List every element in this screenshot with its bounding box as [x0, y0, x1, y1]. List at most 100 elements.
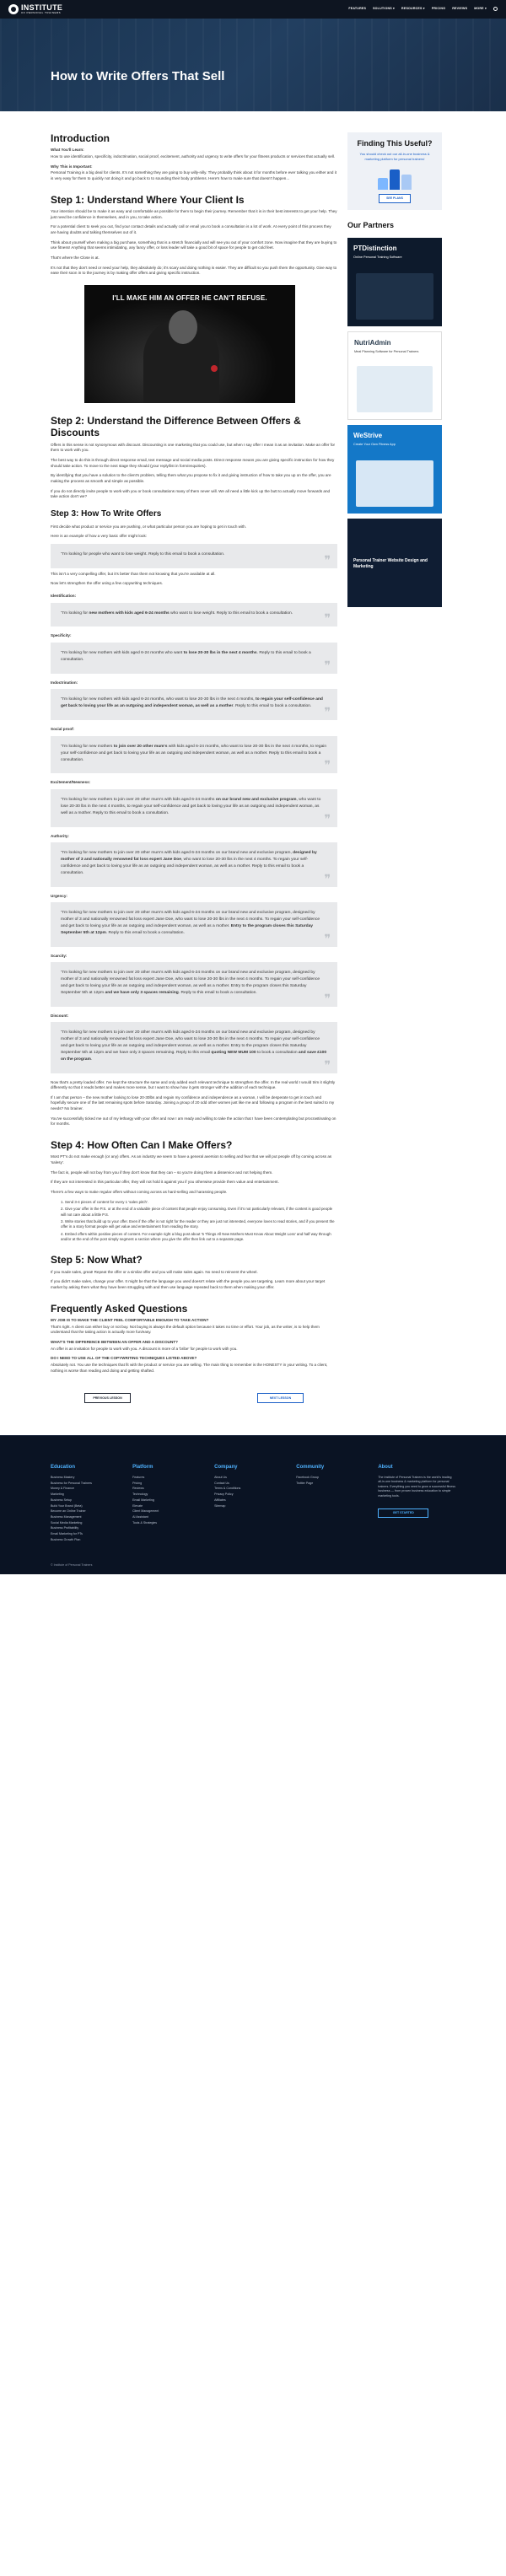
nav-more[interactable]: MORE ▾ [474, 7, 487, 11]
godfather-meme-image: I'LL MAKE HIM AN OFFER HE CAN'T REFUSE. [84, 284, 295, 403]
heading-introduction: Introduction [51, 132, 110, 144]
nav-resources[interactable]: RESOURCES ▾ [401, 7, 425, 11]
footer-link[interactable]: Tools & Strategies [132, 1521, 201, 1525]
footer-link[interactable]: Business Growth Plan [51, 1538, 119, 1542]
step4-paragraph: There's a few ways to make regular offer… [51, 1190, 228, 1195]
step3-paragraph: First decide what product or service you… [51, 524, 247, 529]
faq-answer: That's right. A client can either buy or… [51, 1324, 320, 1335]
get-started-button[interactable]: GET STARTED [378, 1508, 429, 1519]
footer-link[interactable]: About Us [214, 1476, 283, 1480]
nav-reviews[interactable]: REVIEWS [452, 7, 467, 11]
footer-link[interactable]: Business Profitability [51, 1526, 119, 1530]
sidebar: Finding This Useful? You should check ou… [347, 132, 442, 1420]
step2-paragraph: If you do not directly invite people to … [51, 488, 331, 499]
next-lesson-button[interactable]: NEXT LESSON [257, 1393, 304, 1404]
label-authority: Authority: [51, 833, 69, 838]
why-paragraph: Personal Training is a big deal for clie… [51, 170, 337, 181]
footer-col-about: About The Institute of Personal Trainers… [378, 1464, 455, 1543]
offer-quote-scarcity: "I'm looking for new mothers to join ove… [51, 962, 337, 1007]
footer-link[interactable]: Contact Us [214, 1482, 283, 1486]
offer-quote-excitement: "I'm looking for new mothers to join ove… [51, 789, 337, 827]
offer-quote-social-proof: "I'm looking for new mothers to join ove… [51, 735, 337, 774]
footer-link[interactable]: Features [132, 1476, 201, 1480]
previous-lesson-button[interactable]: PREVIOUS LESSON [84, 1393, 131, 1404]
step3-paragraph: Now let's strengthen the offer using a f… [51, 581, 164, 586]
footer-link[interactable]: Twitter Page [296, 1482, 364, 1486]
logo-sub-text: OF PERSONAL TRAINERS [21, 11, 62, 14]
offer-quote-indoctrination: "I'm looking for new mothers with kids a… [51, 689, 337, 721]
footer-link[interactable]: Elevate [132, 1504, 201, 1508]
footer-link[interactable]: Business Management [51, 1515, 119, 1519]
see-plans-button[interactable]: SEE PLANS [379, 193, 411, 203]
footer-link[interactable]: Build Your Brand (Beta) [51, 1504, 119, 1508]
footer-link[interactable]: AI Assistant [132, 1515, 201, 1519]
list-item: 1. Send 3-4 pieces of content for every … [61, 1199, 148, 1204]
offer-quote-authority: "I'm looking for new mothers to join ove… [51, 842, 337, 887]
step2-paragraph: By identifying that you have a solution … [51, 473, 331, 484]
label-urgency: Urgency: [51, 893, 67, 898]
nav-solutions[interactable]: SOLUTIONS ▾ [373, 7, 395, 11]
step2-paragraph: The best way to do this is through direc… [51, 458, 335, 468]
footer-link[interactable]: Marketing [51, 1492, 119, 1497]
tips-list: 1. Send 3-4 pieces of content for every … [61, 1200, 337, 1243]
footer-link[interactable]: Email Marketing for PTs [51, 1532, 119, 1536]
footer-link[interactable]: Business for Personal Trainers [51, 1482, 119, 1486]
quote-mark-icon: ❞ [324, 659, 331, 673]
offer-quote-specificity: "I'm looking for new mothers with kids a… [51, 643, 337, 674]
copyright: © Institute of Personal Trainers [51, 1563, 93, 1568]
footer-link[interactable]: Social Media Marketing [51, 1521, 119, 1525]
label-excitement: Excitement/Newness: [51, 780, 91, 785]
step5-paragraph: If you made sales, great! Repeat the off… [51, 1269, 258, 1274]
offer-quote-identification: "I'm looking for new mothers with kids a… [51, 602, 337, 627]
quote-mark-icon: ❞ [324, 932, 331, 946]
site-logo[interactable]: INSTITUTE OF PERSONAL TRAINERS [8, 4, 62, 14]
label-specificity: Specificity: [51, 633, 72, 638]
footer-link[interactable]: Pricing [132, 1482, 201, 1486]
step3-paragraph: Here is an example of how a very basic o… [51, 534, 148, 539]
offer-quote-basic: "I'm looking for people who want to lose… [51, 543, 337, 568]
footer-link[interactable]: Technology [132, 1492, 201, 1497]
step4-paragraph: If they are not interested in this parti… [51, 1180, 279, 1185]
footer-link[interactable]: Money & Finance [51, 1487, 119, 1491]
useful-text: You should check out our all-in-one busi… [359, 152, 430, 162]
partner-ad-nutriadmin[interactable]: NutriAdmin Meal Planning Software for Pe… [347, 331, 442, 421]
offer-quote-urgency: "I'm looking for new mothers to join ove… [51, 902, 337, 947]
footer-link[interactable]: Reviews [132, 1487, 201, 1491]
footer-link[interactable]: Client Management [132, 1509, 201, 1514]
footer-link[interactable]: Facebook Group [296, 1476, 364, 1480]
footer-col-community: Community Facebook Group Twitter Page [296, 1464, 364, 1543]
heading-step-4: Step 4: How Often Can I Make Offers? [51, 1139, 233, 1152]
footer-about-text: The Institute of Personal Trainers is th… [378, 1476, 455, 1498]
step2-paragraph: Offers in this sense is not synonymous w… [51, 442, 336, 453]
faq-answer: An offer is an invitation for people to … [51, 1346, 238, 1351]
footer-link[interactable]: Privacy Policy [214, 1492, 283, 1497]
quote-mark-icon: ❞ [324, 872, 331, 886]
top-navbar: INSTITUTE OF PERSONAL TRAINERS FEATURES … [0, 0, 506, 19]
offer-quote-discount: "I'm looking for new mothers to join ove… [51, 1022, 337, 1073]
footer-link[interactable]: Sitemap [214, 1504, 283, 1508]
partner-ad-westrive[interactable]: WeStrive Create Your Own Fitness App [347, 425, 442, 514]
step1-paragraph: That's where the Close is at. [51, 255, 100, 260]
faq-question: DO I NEED TO USE ALL OF THE COPYWRITING … [51, 1356, 197, 1361]
step1-paragraph: For a potential client to seek you out, … [51, 224, 331, 235]
faq-question: WHAT'S THE DIFFERENCE BETWEEN AN OFFER A… [51, 1340, 178, 1345]
nav-features[interactable]: FEATURES [348, 7, 366, 11]
heading-step-3: Step 3: How To Write Offers [51, 509, 162, 519]
nav-pricing[interactable]: PRICING [432, 7, 445, 11]
search-icon[interactable] [493, 7, 498, 12]
footer-link[interactable]: Become an Online Trainer [51, 1509, 119, 1514]
footer-link[interactable]: Business Mastery [51, 1476, 119, 1480]
step1-paragraph: It's not that they don't need or need yo… [51, 265, 337, 276]
footer-link[interactable]: Affiliates [214, 1498, 283, 1503]
step3-paragraph: This isn't a very compelling offer, but … [51, 571, 216, 576]
footer-link[interactable]: Business Setup [51, 1498, 119, 1503]
footer-link[interactable]: Terms & Conditions [214, 1487, 283, 1491]
logo-icon [8, 4, 19, 14]
hero-banner: How to Write Offers That Sell [0, 19, 506, 111]
quote-mark-icon: ❞ [324, 1058, 331, 1073]
page-title: How to Write Offers That Sell [51, 69, 225, 83]
partner-ad-website-design[interactable]: Personal Trainer Website Design and Mark… [347, 519, 442, 608]
partner-ad-ptdistinction[interactable]: PTDistinction Online Personal Training S… [347, 238, 442, 327]
footer-link[interactable]: Email Marketing [132, 1498, 201, 1503]
step4-paragraph: Most PT's do not make enough (or any) of… [51, 1154, 332, 1165]
